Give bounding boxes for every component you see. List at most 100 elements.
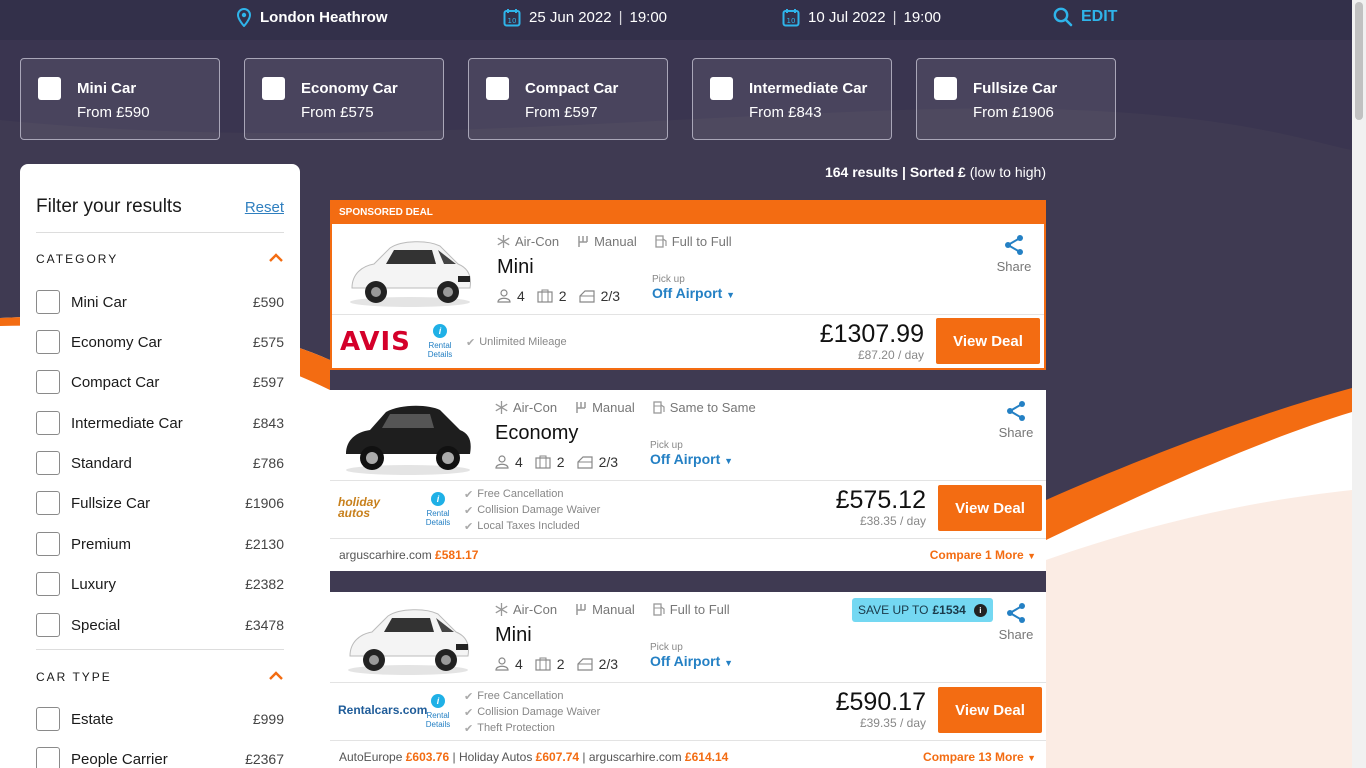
share-icon [1007,603,1025,623]
filter-label: Luxury [71,575,117,593]
caret-down-icon: ▼ [726,290,736,300]
filter-label: Standard [71,454,132,472]
car-door-icon [578,290,595,303]
filter-special[interactable]: Special £3478 [36,612,284,638]
inclusion-item: ✔ Free Cancellation [464,688,600,704]
rental-details-link[interactable]: i Rental Details [423,492,453,527]
share-button[interactable]: Share [996,400,1036,440]
caret-down-icon: ▼ [1027,551,1036,561]
compare-supplier[interactable]: Holiday Autos [459,750,532,764]
checkbox[interactable] [36,370,60,394]
share-label: Share [996,259,1032,274]
view-deal-button[interactable]: View Deal [936,318,1040,364]
caret-down-icon: ▼ [724,658,734,668]
doors-spec: 2/3 [578,288,620,304]
filter-luxury[interactable]: Luxury £2382 [36,571,284,597]
pickup-location-dropdown[interactable]: Off Airport ▼ [650,451,733,467]
category-tile-mini[interactable]: Mini Car From £590 [20,58,220,140]
filter-label: Economy Car [71,333,162,351]
filter-fullsize-car[interactable]: Fullsize Car £1906 [36,490,284,516]
supplier-name: AVIS [340,327,411,357]
info-icon[interactable]: i [973,603,987,617]
fuel-pump-icon [655,235,667,248]
search-icon [1053,7,1073,27]
checkbox[interactable] [36,451,60,475]
filter-mini-car[interactable]: Mini Car £590 [36,289,284,315]
supplier-logo-rentalcars: Rentalcars.com [338,692,427,728]
share-icon [1005,235,1023,255]
bags-spec: 2 [537,288,567,304]
filter-people-carrier[interactable]: People Carrier £2367 [36,746,284,768]
car-door-icon [576,456,593,469]
compare-row: arguscarhire.com £581.17 Compare 1 More … [330,540,1046,570]
category-tile-economy[interactable]: Economy Car From £575 [244,58,444,140]
category-tile-compact[interactable]: Compact Car From £597 [468,58,668,140]
filter-label: Mini Car [71,293,127,311]
tile-price: From £597 [525,104,598,121]
tile-checkbox[interactable] [710,77,733,100]
transmission-label: Manual [592,602,635,617]
compare-supplier[interactable]: arguscarhire.com [589,750,682,764]
reset-link[interactable]: Reset [245,199,284,216]
scrollbar-thumb[interactable] [1355,2,1363,120]
tile-checkbox[interactable] [262,77,285,100]
pickup-location-dropdown[interactable]: Off Airport ▼ [650,653,733,669]
inclusion-item: ✔ Local Taxes Included [464,518,600,534]
car-features: Air-Con Manual Full to Full [497,234,732,249]
scrollbar[interactable] [1352,0,1366,768]
checkbox[interactable] [36,747,60,768]
suitcase-icon [537,289,553,303]
doors-spec: 2/3 [576,656,618,672]
rental-details-link[interactable]: i Rental Details [423,694,453,729]
checkbox[interactable] [36,572,60,596]
compare-more-button[interactable]: Compare 1 More ▼ [930,548,1036,562]
tile-checkbox[interactable] [38,77,61,100]
check-icon: ✔ [464,488,474,501]
category-tile-intermediate[interactable]: Intermediate Car From £843 [692,58,892,140]
view-deal-button[interactable]: View Deal [938,687,1042,733]
checkbox[interactable] [36,330,60,354]
checkbox[interactable] [36,613,60,637]
compare-more-button[interactable]: Compare 13 More ▼ [923,750,1036,764]
filter-intermediate-car[interactable]: Intermediate Car £843 [36,410,284,436]
rental-details-link[interactable]: i Rental Details [425,324,455,359]
pickup-location-dropdown[interactable]: Off Airport ▼ [652,285,735,301]
checkbox[interactable] [36,491,60,515]
checkbox[interactable] [36,532,60,556]
filter-premium[interactable]: Premium £2130 [36,531,284,557]
snowflake-icon [495,401,508,414]
share-label: Share [998,627,1034,642]
aircon-feature: Air-Con [495,602,557,617]
checkbox[interactable] [36,290,60,314]
aircon-feature: Air-Con [497,234,559,249]
total-price: £590.17 [835,688,926,716]
share-button[interactable]: Share [994,234,1034,274]
transmission-feature: Manual [575,602,635,617]
view-deal-button[interactable]: View Deal [938,485,1042,531]
filter-price: £786 [252,455,284,471]
location-pin-icon [236,7,252,27]
filter-compact-car[interactable]: Compact Car £597 [36,369,284,395]
edit-search-button[interactable]: EDIT [1053,0,1117,34]
inclusion-item: ✔ Free Cancellation [464,486,600,502]
compare-supplier[interactable]: arguscarhire.com [339,548,432,562]
aircon-label: Air-Con [513,602,558,617]
filter-standard[interactable]: Standard £786 [36,450,284,476]
calendar-icon: 10 [503,8,521,26]
bags-count: 2 [558,288,567,304]
tile-checkbox[interactable] [934,77,957,100]
svg-text:10: 10 [787,17,796,25]
share-button[interactable]: Share [996,602,1036,642]
tile-checkbox[interactable] [486,77,509,100]
chevron-up-icon[interactable] [268,668,284,684]
filter-economy-car[interactable]: Economy Car £575 [36,329,284,355]
filter-price: £2367 [245,751,284,767]
checkbox[interactable] [36,707,60,731]
check-icon: ✔ [464,706,474,719]
compare-supplier[interactable]: AutoEurope [339,750,402,764]
filter-estate[interactable]: Estate £999 [36,706,284,732]
checkbox[interactable] [36,411,60,435]
chevron-up-icon[interactable] [268,250,284,266]
category-tile-fullsize[interactable]: Fullsize Car From £1906 [916,58,1116,140]
car-image-white-mini [348,609,469,675]
